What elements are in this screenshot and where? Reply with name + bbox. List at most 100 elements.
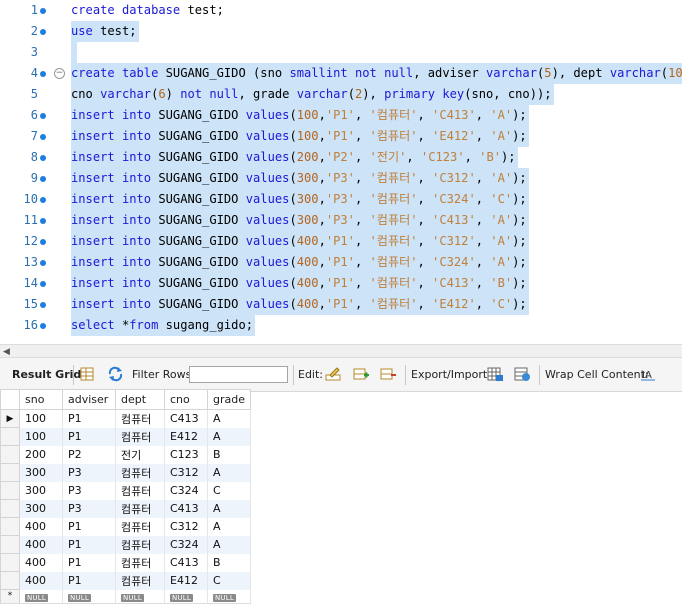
row-header[interactable]: ▶ [0,409,20,428]
cell-grade[interactable]: A [207,535,251,554]
statement-marker-icon[interactable] [40,239,46,245]
code-line[interactable]: 15 insert into SUGANG_GIDO values(400,'P1… [0,294,682,315]
code-text[interactable]: insert into SUGANG_GIDO values(400,'P1',… [71,273,529,294]
new-cell-grade[interactable]: NULL [207,589,251,604]
statement-marker-icon[interactable] [40,29,46,35]
column-header-adviser[interactable]: adviser [62,389,116,410]
table-row[interactable]: ▶ 100 P1 컴퓨터 C413 A [0,409,251,428]
scroll-left-icon[interactable]: ◀ [3,347,10,357]
column-header-sno[interactable]: sno [19,389,63,410]
cell-cno[interactable]: C324 [164,481,208,500]
result-grid[interactable]: sno adviser dept cno grade ▶ 100 P1 컴퓨터 C413… [0,389,682,604]
row-header[interactable] [0,427,20,446]
code-text[interactable]: create database test; [71,0,226,21]
cell-dept[interactable]: 컴퓨터 [115,481,165,500]
import-icon[interactable] [514,366,531,382]
row-header[interactable] [0,571,20,590]
column-header-cno[interactable]: cno [164,389,208,410]
table-row[interactable]: 400 P1 컴퓨터 C324 A [0,535,251,554]
code-line[interactable]: 3 [0,42,682,63]
cell-cno[interactable]: C324 [164,535,208,554]
row-header[interactable] [0,463,20,482]
cell-adviser[interactable]: P1 [62,535,116,554]
cell-grade[interactable]: A [207,409,251,428]
cell-cno[interactable]: C312 [164,517,208,536]
cell-dept[interactable]: 전기 [115,445,165,464]
table-row[interactable]: 400 P1 컴퓨터 C413 B [0,553,251,572]
statement-marker-icon[interactable] [40,8,46,14]
add-row-icon[interactable] [353,366,370,382]
table-row[interactable]: 300 P3 컴퓨터 C413 A [0,499,251,518]
edit-row-icon[interactable] [325,366,342,382]
code-text[interactable]: insert into SUGANG_GIDO values(300,'P3',… [71,168,529,189]
cell-cno[interactable]: C123 [164,445,208,464]
cell-cno[interactable]: E412 [164,571,208,590]
cell-cno[interactable]: C312 [164,463,208,482]
new-cell-dept[interactable]: NULL [115,589,165,604]
statement-marker-icon[interactable] [40,155,46,161]
cell-adviser[interactable]: P3 [62,481,116,500]
code-text[interactable]: insert into SUGANG_GIDO values(100,'P1',… [71,126,529,147]
code-text[interactable]: insert into SUGANG_GIDO values(400,'P1',… [71,231,529,252]
cell-adviser[interactable]: P2 [62,445,116,464]
code-line[interactable]: 14 insert into SUGANG_GIDO values(400,'P1… [0,273,682,294]
cell-cno[interactable]: C413 [164,499,208,518]
code-line[interactable]: 12 insert into SUGANG_GIDO values(400,'P1… [0,231,682,252]
cell-adviser[interactable]: P1 [62,571,116,590]
cell-sno[interactable]: 400 [19,535,63,554]
code-line[interactable]: 1 create database test; [0,0,682,21]
statement-marker-icon[interactable] [40,302,46,308]
cell-dept[interactable]: 컴퓨터 [115,517,165,536]
delete-row-icon[interactable] [380,366,397,382]
code-line[interactable]: 4 − create table SUGANG_GIDO (sno smallint… [0,63,682,84]
new-row-header[interactable]: * [0,589,20,604]
code-text[interactable]: insert into SUGANG_GIDO values(200,'P2',… [71,147,518,168]
code-line[interactable]: 13 insert into SUGANG_GIDO values(400,'P1… [0,252,682,273]
code-line[interactable]: 10 insert into SUGANG_GIDO values(300,'P3… [0,189,682,210]
table-row[interactable]: 400 P1 컴퓨터 C312 A [0,517,251,536]
cell-dept[interactable]: 컴퓨터 [115,427,165,446]
column-header-dept[interactable]: dept [115,389,165,410]
code-text[interactable]: insert into SUGANG_GIDO values(100,'P1',… [71,105,529,126]
row-header[interactable] [0,499,20,518]
code-line[interactable]: 2 use test; [0,21,682,42]
statement-marker-icon[interactable] [40,197,46,203]
sql-editor[interactable]: 1 create database test; 2 use test; 3 4− creat… [0,0,682,344]
row-header[interactable] [0,445,20,464]
table-row[interactable]: 300 P3 컴퓨터 C324 C [0,481,251,500]
cell-dept[interactable]: 컴퓨터 [115,571,165,590]
cell-grade[interactable]: A [207,517,251,536]
row-header[interactable] [0,553,20,572]
cell-sno[interactable]: 400 [19,571,63,590]
cell-sno[interactable]: 400 [19,517,63,536]
cell-grade[interactable]: A [207,499,251,518]
cell-dept[interactable]: 컴퓨터 [115,553,165,572]
column-header-grade[interactable]: grade [207,389,251,410]
statement-marker-icon[interactable] [40,71,46,77]
result-grid-tab[interactable]: Result Grid [12,368,81,381]
new-row[interactable]: * NULL NULL NULL NULL NULL [0,589,251,604]
table-row[interactable]: 400 P1 컴퓨터 E412 C [0,571,251,590]
new-cell-adviser[interactable]: NULL [62,589,116,604]
cell-cno[interactable]: E412 [164,427,208,446]
cell-grade[interactable]: B [207,553,251,572]
cell-dept[interactable]: 컴퓨터 [115,463,165,482]
cell-sno[interactable]: 300 [19,481,63,500]
code-line[interactable]: 5 cno varchar(6) not null, grade varchar(… [0,84,682,105]
cell-dept[interactable]: 컴퓨터 [115,499,165,518]
cell-grade[interactable]: B [207,445,251,464]
cell-sno[interactable]: 200 [19,445,63,464]
code-line[interactable]: 7 insert into SUGANG_GIDO values(100,'P1'… [0,126,682,147]
table-row[interactable]: 200 P2 전기 C123 B [0,445,251,464]
statement-marker-icon[interactable] [40,260,46,266]
refresh-icon[interactable] [107,366,124,382]
cell-sno[interactable]: 100 [19,409,63,428]
statement-marker-icon[interactable] [40,113,46,119]
statement-marker-icon[interactable] [40,323,46,329]
cell-sno[interactable]: 100 [19,427,63,446]
row-header[interactable] [0,535,20,554]
code-text[interactable]: insert into SUGANG_GIDO values(400,'P1',… [71,252,529,273]
row-header[interactable] [0,517,20,536]
cell-adviser[interactable]: P1 [62,553,116,572]
code-text[interactable]: insert into SUGANG_GIDO values(400,'P1',… [71,294,529,315]
